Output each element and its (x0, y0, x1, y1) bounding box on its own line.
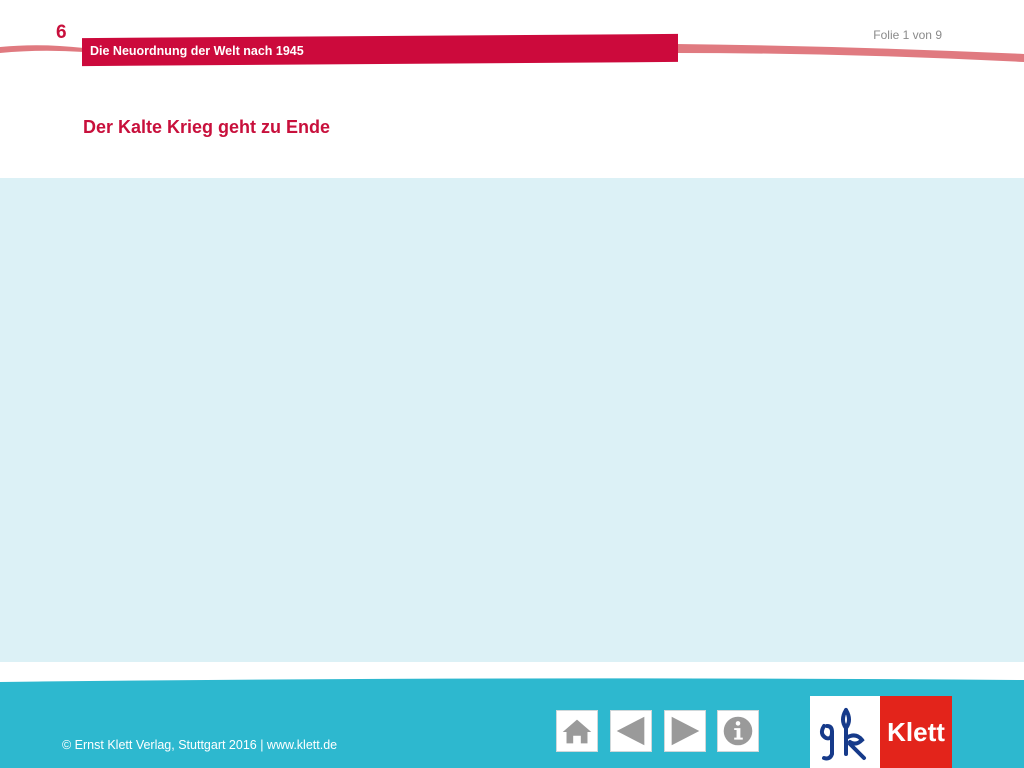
home-icon (562, 719, 592, 744)
home-button[interactable] (556, 710, 598, 752)
content-area (0, 178, 1024, 662)
klett-wordmark: Klett (880, 696, 952, 768)
slide-page: 6 Folie 1 von 9 Die Neuordnung der Welt … (0, 0, 1024, 768)
info-icon (723, 716, 753, 746)
slide-title: Der Kalte Krieg geht zu Ende (83, 117, 331, 137)
info-button[interactable] (717, 710, 759, 752)
arrow-left-icon (616, 716, 645, 746)
chapter-title: Die Neuordnung der Welt nach 1945 (90, 44, 304, 58)
arrow-right-icon (671, 716, 700, 746)
previous-button[interactable] (610, 710, 652, 752)
next-button[interactable] (664, 710, 706, 752)
copyright-text: © Ernst Klett Verlag, Stuttgart 2016 | w… (62, 738, 338, 752)
klett-logo: Klett (810, 696, 952, 768)
klett-emblem-icon (810, 696, 880, 768)
